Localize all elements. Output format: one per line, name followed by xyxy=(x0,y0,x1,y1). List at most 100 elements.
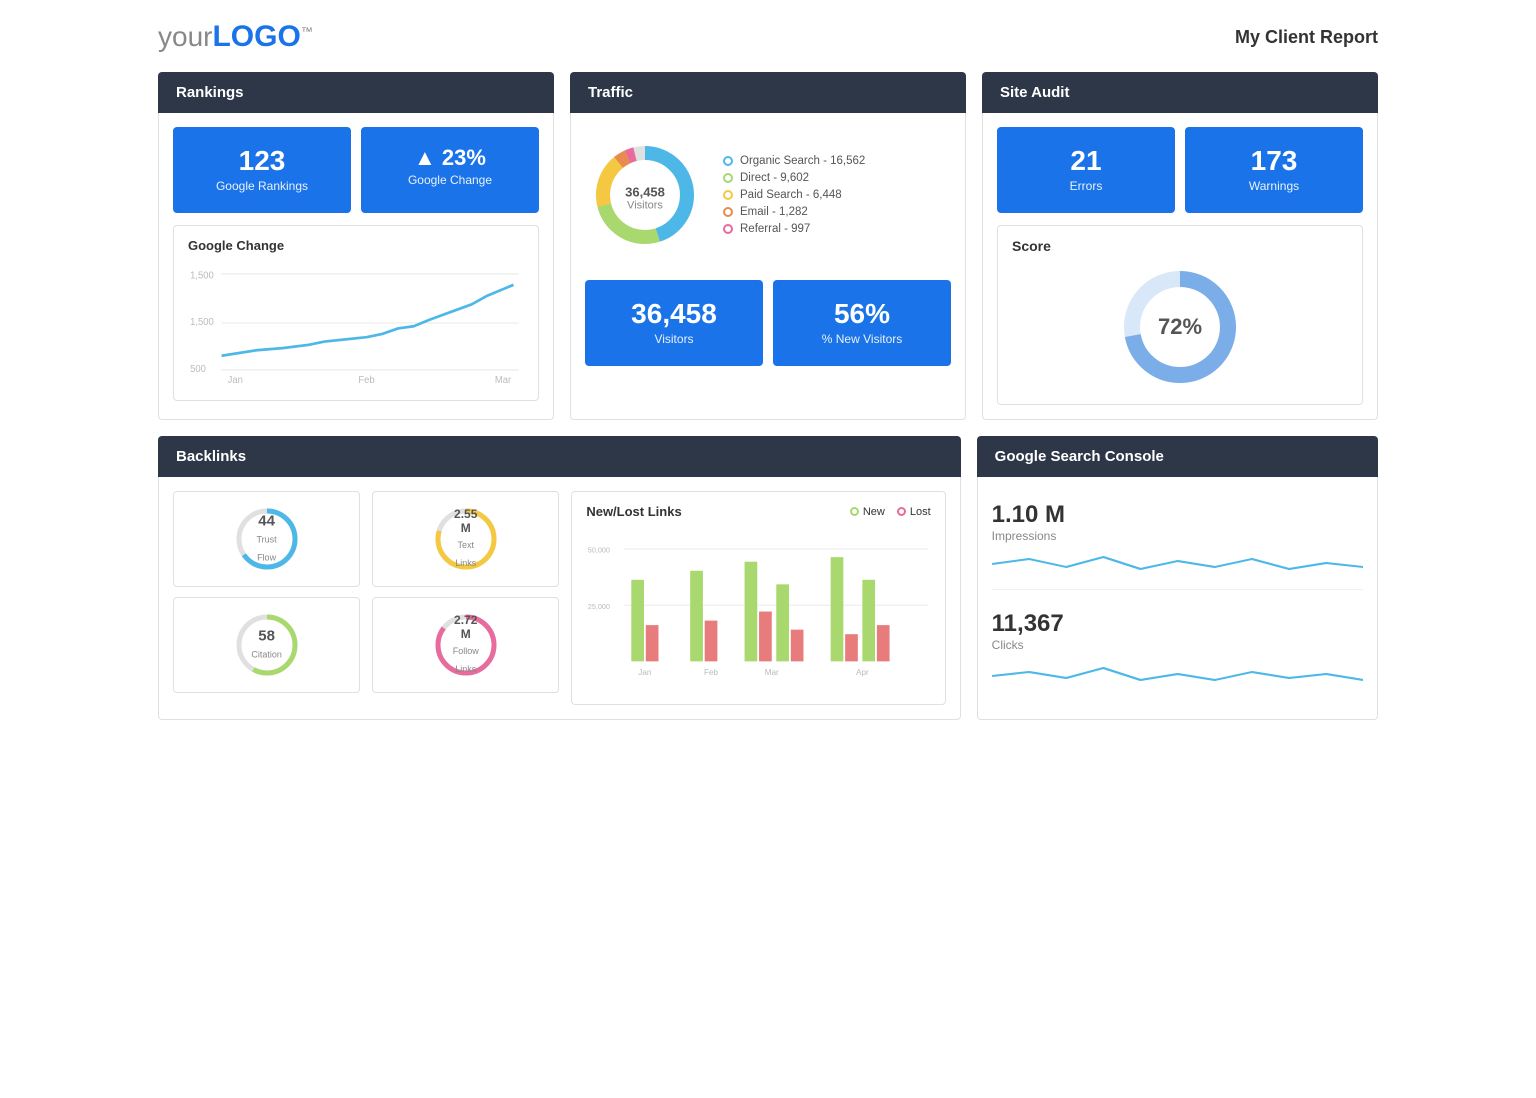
bar-chart-header: New/Lost Links New Lost xyxy=(586,504,930,519)
bar-apr2-new xyxy=(863,580,876,662)
svg-text:Feb: Feb xyxy=(358,375,374,383)
svg-text:1,500: 1,500 xyxy=(190,270,214,281)
legend-dot-email xyxy=(723,207,733,217)
citation-label: Citation xyxy=(251,650,282,660)
follow-links-metric: 2.72 M Follow Links xyxy=(372,597,559,693)
citation-value: 58 xyxy=(251,628,282,645)
bar-mar2-new xyxy=(777,584,790,661)
follow-links-label: Follow Links xyxy=(453,646,479,674)
legend-label-email: Email - 1,282 xyxy=(740,206,808,218)
text-links-label: Text Links xyxy=(455,540,476,568)
svg-text:Feb: Feb xyxy=(704,668,719,677)
svg-text:Jan: Jan xyxy=(639,668,652,677)
backlinks-body: 44 Trust Flow 58 xyxy=(158,477,961,720)
bar-feb-lost xyxy=(705,621,718,662)
follow-links-text: 2.72 M Follow Links xyxy=(448,613,483,677)
traffic-body: 36,458 Visitors Organic Search - 16,562 … xyxy=(570,113,966,420)
legend-lost: Lost xyxy=(897,506,931,518)
google-rankings-value: 123 xyxy=(185,145,339,177)
follow-links-value: 2.72 M xyxy=(448,613,483,641)
site-audit-body: 21 Errors 173 Warnings Score xyxy=(982,113,1378,420)
traffic-donut-value: 36,458 xyxy=(625,184,665,199)
new-visitors-value: 56% xyxy=(785,298,939,330)
legend-label-referral: Referral - 997 xyxy=(740,223,810,235)
legend-dot-referral xyxy=(723,224,733,234)
google-rankings-label: Google Rankings xyxy=(216,179,308,193)
visitors-label: Visitors xyxy=(654,332,693,346)
legend-item-email: Email - 1,282 xyxy=(723,206,865,218)
legend-new: New xyxy=(850,506,885,518)
bar-apr2-lost xyxy=(877,625,890,661)
logo: yourLOGO™ xyxy=(158,20,313,54)
rankings-section: Rankings 123 Google Rankings ▲ 23% Googl… xyxy=(158,72,554,420)
bar-chart-svg: 50,000 25,000 xyxy=(586,527,930,687)
google-change-label: Google Change xyxy=(408,173,492,187)
legend-item-organic: Organic Search - 16,562 xyxy=(723,155,865,167)
impressions-label: Impressions xyxy=(992,529,1363,543)
warnings-value: 173 xyxy=(1197,145,1351,177)
trust-flow-metric: 44 Trust Flow xyxy=(173,491,360,587)
bar-legend: New Lost xyxy=(850,506,931,518)
score-value: 72% xyxy=(1158,314,1202,340)
svg-text:1,500: 1,500 xyxy=(190,317,214,328)
svg-text:25,000: 25,000 xyxy=(588,602,610,611)
legend-item-paid: Paid Search - 6,448 xyxy=(723,189,865,201)
legend-dot-lost xyxy=(897,507,906,516)
errors-label: Errors xyxy=(1070,179,1103,193)
errors-value: 21 xyxy=(1009,145,1163,177)
score-donut-area: 72% xyxy=(1012,262,1348,392)
impressions-value: 1.10 M xyxy=(992,501,1363,529)
traffic-donut-wrap: 36,458 Visitors xyxy=(585,135,705,260)
visitors-box: 36,458 Visitors xyxy=(585,280,763,366)
site-audit-section: Site Audit 21 Errors 173 Warnings Score xyxy=(982,72,1378,420)
legend-dot-new xyxy=(850,507,859,516)
warnings-box: 173 Warnings xyxy=(1185,127,1363,213)
logo-bold: LOGO xyxy=(212,20,300,53)
svg-text:Mar: Mar xyxy=(495,375,512,383)
warnings-label: Warnings xyxy=(1249,179,1299,193)
text-links-text: 2.55 M Text Links xyxy=(448,507,483,571)
new-lost-links-chart-card: New/Lost Links New Lost xyxy=(571,491,945,705)
text-links-metric: 2.55 M Text Links xyxy=(372,491,559,587)
new-visitors-box: 56% % New Visitors xyxy=(773,280,951,366)
trust-flow-wrap: 44 Trust Flow xyxy=(232,504,302,574)
page-header: yourLOGO™ My Client Report xyxy=(158,20,1378,54)
google-change-value: ▲ 23% xyxy=(373,145,527,171)
rankings-body: 123 Google Rankings ▲ 23% Google Change … xyxy=(158,113,554,420)
line-chart: 1,500 1,500 500 Jan Feb Mar xyxy=(188,263,524,383)
legend-item-direct: Direct - 9,602 xyxy=(723,172,865,184)
score-title: Score xyxy=(1012,238,1348,254)
backlinks-header: Backlinks xyxy=(158,436,961,477)
backlinks-metrics-col2: 2.55 M Text Links 2.72 M xyxy=(372,491,559,705)
gsc-body: 1.10 M Impressions 11,367 Clicks xyxy=(977,477,1378,720)
rankings-stat-boxes: 123 Google Rankings ▲ 23% Google Change xyxy=(173,127,539,213)
gsc-section: Google Search Console 1.10 M Impressions… xyxy=(977,436,1378,720)
clicks-label: Clicks xyxy=(992,638,1363,652)
trust-flow-label: Trust Flow xyxy=(256,535,276,563)
new-visitors-label: % New Visitors xyxy=(822,332,902,346)
legend-dot-organic xyxy=(723,156,733,166)
google-change-chart-card: Google Change 1,500 1,500 500 Jan Feb Ma… xyxy=(173,225,539,401)
chart-title: Google Change xyxy=(188,238,524,253)
backlinks-metrics-col1: 44 Trust Flow 58 xyxy=(173,491,360,705)
backlinks-grid: 44 Trust Flow 58 xyxy=(173,491,946,705)
bar-mar1-lost xyxy=(759,612,772,662)
legend-dot-direct xyxy=(723,173,733,183)
clicks-wave xyxy=(992,658,1363,688)
follow-links-wrap: 2.72 M Follow Links xyxy=(431,610,501,680)
traffic-donut-container: 36,458 Visitors Organic Search - 16,562 … xyxy=(585,127,951,268)
site-audit-stat-boxes: 21 Errors 173 Warnings xyxy=(997,127,1363,213)
svg-text:Apr: Apr xyxy=(856,668,869,677)
bar-jan-lost xyxy=(646,625,659,661)
traffic-donut-center: 36,458 Visitors xyxy=(625,184,665,211)
bar-apr-new xyxy=(831,557,844,661)
bar-jan-new xyxy=(632,580,645,662)
traffic-header: Traffic xyxy=(570,72,966,113)
backlinks-section: Backlinks 44 Trust Flow xyxy=(158,436,961,720)
report-title: My Client Report xyxy=(1235,27,1378,48)
text-links-wrap: 2.55 M Text Links xyxy=(431,504,501,574)
trust-flow-value: 44 xyxy=(249,513,284,530)
bar-chart-title: New/Lost Links xyxy=(586,504,681,519)
errors-box: 21 Errors xyxy=(997,127,1175,213)
traffic-section: Traffic xyxy=(570,72,966,420)
